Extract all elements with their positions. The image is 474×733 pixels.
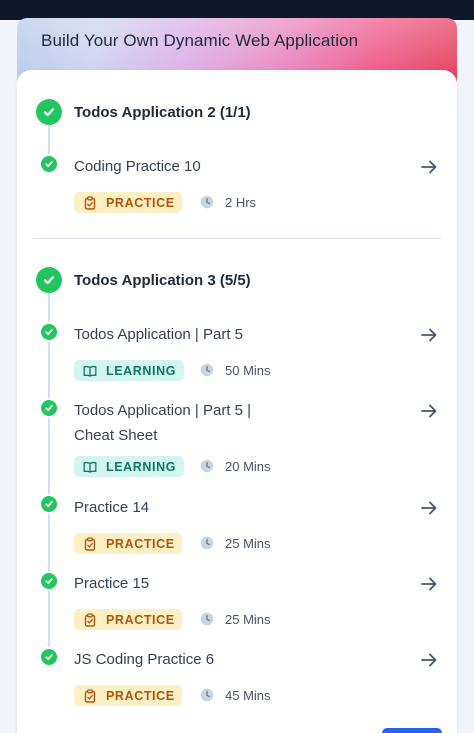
tag-label: LEARNING xyxy=(106,363,177,378)
check-circle-icon xyxy=(41,496,57,512)
section-title: Todos Application 3 (5/5) xyxy=(74,272,251,289)
duration-label: 25 Mins xyxy=(225,612,271,627)
arrow-right-icon[interactable] xyxy=(419,401,439,421)
arrow-right-icon[interactable] xyxy=(419,574,439,594)
duration-label: 2 Hrs xyxy=(225,195,257,210)
module-card: Todos Application 2 (1/1) Coding Practic… xyxy=(17,70,457,733)
arrow-right-icon[interactable] xyxy=(419,650,439,670)
check-circle-icon xyxy=(36,99,62,125)
clipboard-icon xyxy=(84,195,96,210)
check-circle-icon xyxy=(36,267,62,293)
timeline-line xyxy=(48,293,50,660)
check-circle-icon xyxy=(41,573,57,589)
section-divider xyxy=(33,238,441,239)
item-title[interactable]: Practice 15 xyxy=(74,571,354,596)
clock-icon xyxy=(200,612,214,626)
section-title: Todos Application 2 (1/1) xyxy=(74,104,251,121)
clock-icon xyxy=(200,459,214,473)
practice-tag: PRACTICE xyxy=(74,533,182,554)
check-circle-icon xyxy=(41,324,57,340)
tag-label: PRACTICE xyxy=(106,195,175,210)
floating-action-button[interactable] xyxy=(382,728,442,733)
check-circle-icon xyxy=(41,649,57,665)
tag-label: PRACTICE xyxy=(106,536,175,551)
practice-tag: PRACTICE xyxy=(74,192,182,213)
item-title[interactable]: Coding Practice 10 xyxy=(74,154,354,179)
check-circle-icon xyxy=(41,156,57,172)
duration-label: 20 Mins xyxy=(225,459,271,474)
item-title[interactable]: JS Coding Practice 6 xyxy=(74,647,354,672)
status-bar xyxy=(0,0,474,20)
clipboard-icon xyxy=(84,688,96,703)
duration-label: 50 Mins xyxy=(225,363,271,378)
arrow-right-icon[interactable] xyxy=(419,325,439,345)
learning-tag: LEARNING xyxy=(74,360,184,381)
book-open-icon xyxy=(83,365,97,377)
book-open-icon xyxy=(83,461,97,473)
course-title: Build Your Own Dynamic Web Application xyxy=(41,31,359,50)
practice-tag: PRACTICE xyxy=(74,609,182,630)
arrow-right-icon[interactable] xyxy=(419,157,439,177)
clock-icon xyxy=(200,195,214,209)
tag-label: LEARNING xyxy=(106,459,177,474)
practice-tag: PRACTICE xyxy=(74,685,182,706)
clock-icon xyxy=(200,536,214,550)
tag-label: PRACTICE xyxy=(106,612,175,627)
clock-icon xyxy=(200,363,214,377)
item-title[interactable]: Practice 14 xyxy=(74,495,354,520)
tag-label: PRACTICE xyxy=(106,688,175,703)
clipboard-icon xyxy=(84,536,96,551)
item-title[interactable]: Todos Application | Part 5 | Cheat Sheet xyxy=(74,398,279,448)
check-circle-icon xyxy=(41,400,57,416)
learning-tag: LEARNING xyxy=(74,456,184,477)
clock-icon xyxy=(200,688,214,702)
duration-label: 25 Mins xyxy=(225,536,271,551)
arrow-right-icon[interactable] xyxy=(419,498,439,518)
clipboard-icon xyxy=(84,612,96,627)
duration-label: 45 Mins xyxy=(225,688,271,703)
item-title[interactable]: Todos Application | Part 5 xyxy=(74,322,354,347)
